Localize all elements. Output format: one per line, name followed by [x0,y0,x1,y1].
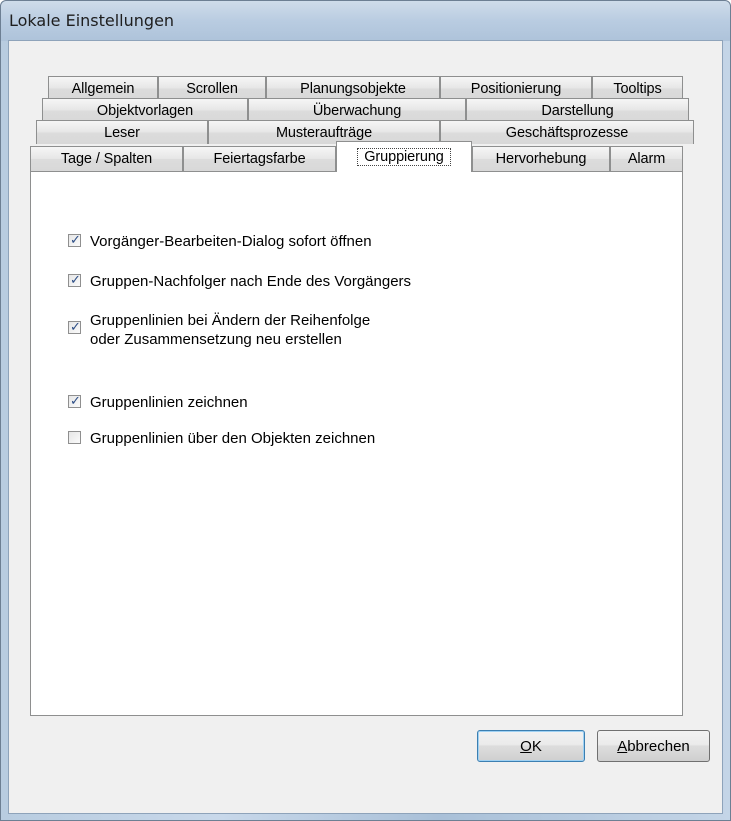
tab-darstellung[interactable]: Darstellung [466,98,689,122]
tab-tage-spalten[interactable]: Tage / Spalten [30,146,183,171]
option-gruppen-nachfolger[interactable]: ✓ Gruppen-Nachfolger nach Ende des Vorgä… [68,272,411,291]
checkmark-icon: ✓ [70,272,81,287]
tab-alarm[interactable]: Alarm [610,146,683,171]
tab-positionierung[interactable]: Positionierung [440,76,592,100]
tab-allgemein[interactable]: Allgemein [48,76,158,100]
cancel-button[interactable]: Abbrechen [597,730,710,762]
tab-gruppierung[interactable]: Gruppierung [336,141,472,172]
checkmark-icon: ✓ [70,319,81,334]
checkmark-icon: ✓ [70,393,81,408]
option-label: Gruppenlinien zeichnen [90,394,248,411]
option-label: Gruppen-Nachfolger nach Ende des Vorgäng… [90,273,412,290]
option-gruppenlinien-neu-erstellen[interactable]: ✓ Gruppenlinien bei Ändern der Reihenfol… [68,311,370,349]
option-label-line2: oder Zusammensetzung neu erstellen [90,331,342,348]
tab-leser[interactable]: Leser [36,120,208,144]
option-label: Gruppenlinien über den Objekten zeichnen [90,430,376,447]
checkbox-vorgaenger-dialog[interactable]: ✓ [68,232,81,247]
tab-hervorhebung[interactable]: Hervorhebung [472,146,610,171]
checkbox-gruppenlinien-zeichnen[interactable]: ✓ [68,393,81,408]
checkbox-gruppenlinien-neu-erstellen[interactable]: ✓ [68,319,81,334]
option-gruppenlinien-zeichnen[interactable]: ✓ Gruppenlinien zeichnen [68,393,248,412]
checkbox-gruppenlinien-ueber-objekten[interactable] [68,431,81,444]
tab-geschaeftsprozesse[interactable]: Geschäftsprozesse [440,120,694,144]
tab-objektvorlagen[interactable]: Objektvorlagen [42,98,248,122]
window-title: Lokale Einstellungen [9,11,175,30]
option-label: Vorgänger-Bearbeiten-Dialog sofort öffne… [90,233,372,250]
option-gruppenlinien-ueber-objekten[interactable]: Gruppenlinien über den Objekten zeichnen [68,429,375,448]
tab-panel-gruppierung: ✓ Vorgänger-Bearbeiten-Dialog sofort öff… [30,171,683,716]
option-label-line1: Gruppenlinien bei Ändern der Reihenfolge [90,312,371,329]
option-vorgaenger-dialog[interactable]: ✓ Vorgänger-Bearbeiten-Dialog sofort öff… [68,232,372,251]
checkmark-icon: ✓ [70,232,81,247]
tab-ueberwachung[interactable]: Überwachung [248,98,466,122]
checkbox-gruppen-nachfolger[interactable]: ✓ [68,272,81,287]
tab-scrollen[interactable]: Scrollen [158,76,266,100]
ok-button[interactable]: OK [477,730,585,762]
tab-planungsobjekte[interactable]: Planungsobjekte [266,76,440,100]
tab-tooltips[interactable]: Tooltips [592,76,683,100]
tab-feiertagsfarbe[interactable]: Feiertagsfarbe [183,146,336,171]
title-bar[interactable]: Lokale Einstellungen [1,1,730,41]
